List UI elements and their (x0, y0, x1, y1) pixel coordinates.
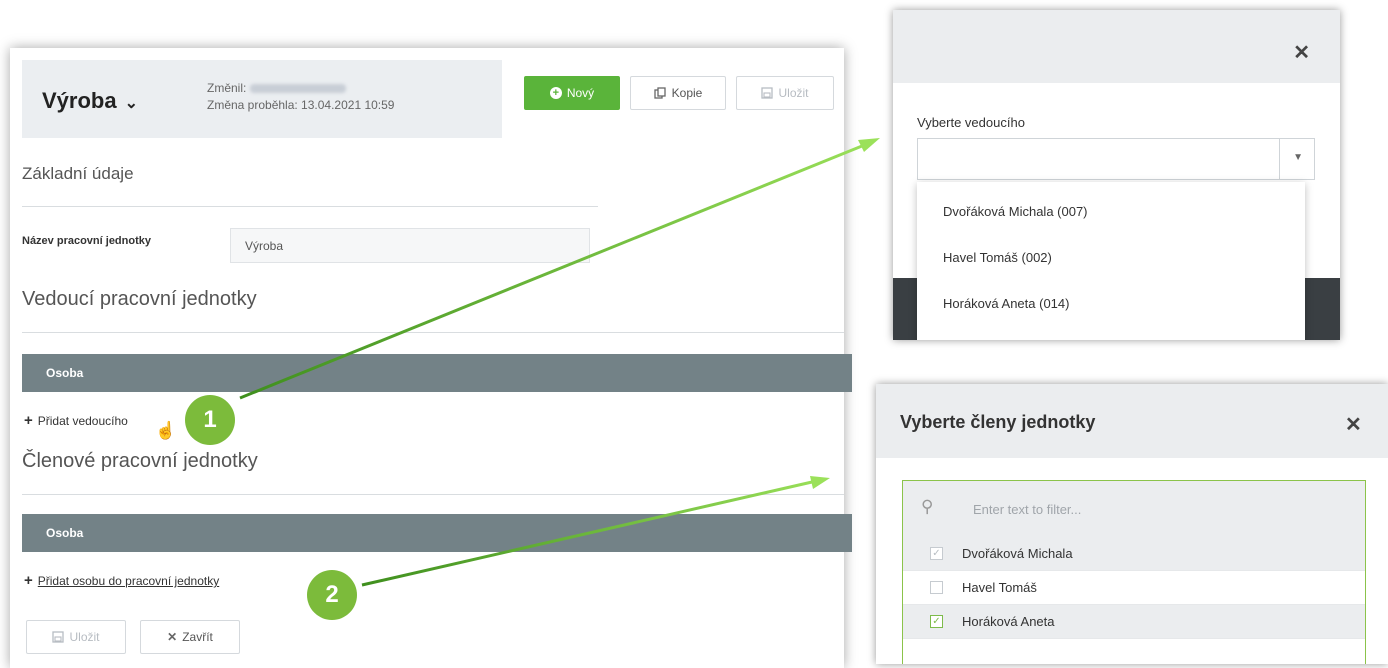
member-row[interactable]: Havel Tomáš (903, 571, 1365, 605)
add-member-link[interactable]: + Přidat osobu do pracovní jednotky (24, 572, 219, 589)
member-filter[interactable]: ⚲ Enter text to filter... (903, 481, 1365, 537)
save-button-bottom[interactable]: Uložit (26, 620, 126, 654)
change-info: Změnil: Změna proběhla: 13.04.2021 10:59 (207, 80, 394, 114)
leader-option[interactable]: Dvořáková Michala (007) (943, 204, 1088, 219)
close-icon: ✕ (167, 630, 178, 644)
search-icon: ⚲ (921, 497, 934, 516)
member-list-box: ⚲ Enter text to filter... ✓ Dvořáková Mi… (902, 480, 1366, 664)
save-icon (761, 87, 774, 99)
new-button[interactable]: + Nový (524, 76, 620, 110)
save-button-top-label: Uložit (778, 86, 809, 100)
step-badge-1: 1 (185, 395, 235, 445)
unit-name-input[interactable]: Výroba (230, 228, 590, 263)
member-name: Horáková Aneta (962, 614, 1055, 629)
copy-icon (653, 87, 666, 99)
filter-placeholder[interactable]: Enter text to filter... (973, 502, 1081, 517)
leaders-table-header: Osoba (22, 354, 852, 392)
unit-header: Výroba ⌄ Změnil: Změna proběhla: 13.04.20… (22, 60, 502, 138)
close-icon[interactable]: ✕ (1345, 412, 1362, 437)
leader-options-list: Dvořáková Michala (007) Havel Tomáš (002… (917, 182, 1305, 340)
save-icon (52, 631, 65, 643)
copy-button[interactable]: Kopie (630, 76, 726, 110)
leader-select[interactable]: ▼ (917, 138, 1315, 180)
plus-circle-icon: + (549, 87, 562, 99)
changed-by-label: Změnil: (207, 81, 247, 95)
add-leader-label: Přidat vedoucího (37, 414, 128, 428)
unit-name-label: Název pracovní jednotky (22, 235, 151, 247)
member-name: Havel Tomáš (962, 580, 1037, 595)
member-row[interactable]: ✓ Dvořáková Michala (903, 537, 1365, 571)
step-badge-2: 2 (307, 570, 357, 620)
dialog-header: ✕ (893, 10, 1340, 83)
dialog-header: Vyberte členy jednotky ✕ (876, 384, 1388, 458)
blurred-user-name (249, 84, 346, 94)
new-button-label: Nový (566, 86, 595, 100)
checkbox[interactable]: ✓ (930, 615, 943, 628)
divider (1279, 139, 1280, 179)
leader-option[interactable]: Havel Tomáš (002) (943, 250, 1052, 265)
member-name: Dvořáková Michala (962, 546, 1073, 561)
leaders-section-title: Vedoucí pracovní jednotky (22, 288, 257, 310)
unit-selector[interactable]: Výroba ⌄ (42, 88, 138, 114)
close-button-label: Zavřít (182, 630, 213, 644)
leader-option[interactable]: Horáková Aneta (014) (943, 296, 1069, 311)
unit-name: Výroba (42, 88, 117, 113)
basic-section-title: Základní údaje (22, 164, 134, 183)
copy-button-label: Kopie (671, 86, 703, 100)
close-button[interactable]: ✕ Zavřít (140, 620, 240, 654)
hand-cursor-icon: ☝ (155, 421, 177, 440)
add-member-label: Přidat osobu do pracovní jednotky (37, 574, 220, 588)
members-table-header: Osoba (22, 514, 852, 552)
members-section-title: Členové pracovní jednotky (22, 450, 258, 472)
caret-down-icon[interactable]: ▼ (1293, 152, 1303, 163)
plus-icon: + (24, 412, 33, 429)
divider (22, 332, 844, 333)
save-button-bottom-label: Uložit (69, 630, 100, 644)
add-leader-link[interactable]: + Přidat vedoucího (24, 412, 128, 429)
chevron-down-icon: ⌄ (124, 95, 138, 112)
work-unit-panel: Výroba ⌄ Změnil: Změna proběhla: 13.04.20… (10, 48, 852, 668)
divider (22, 206, 598, 207)
checkbox[interactable]: ✓ (930, 547, 943, 560)
member-row[interactable]: ✓ Horáková Aneta (903, 605, 1365, 639)
checkbox[interactable] (930, 581, 943, 594)
member-dialog: Vyberte členy jednotky ✕ ⚲ Enter text to… (876, 384, 1388, 664)
close-icon[interactable]: ✕ (1293, 40, 1310, 65)
save-button-top[interactable]: Uložit (736, 76, 834, 110)
member-dialog-title: Vyberte členy jednotky (900, 412, 1096, 432)
leader-dialog: ✕ Vyberte vedoucího ▼ Dvořáková Michala … (893, 10, 1340, 340)
change-time: Změna proběhla: 13.04.2021 10:59 (207, 98, 395, 112)
plus-icon: + (24, 572, 33, 589)
leader-select-label: Vyberte vedoucího (917, 115, 1025, 130)
arrow-1-head (858, 138, 880, 152)
divider (22, 494, 844, 495)
